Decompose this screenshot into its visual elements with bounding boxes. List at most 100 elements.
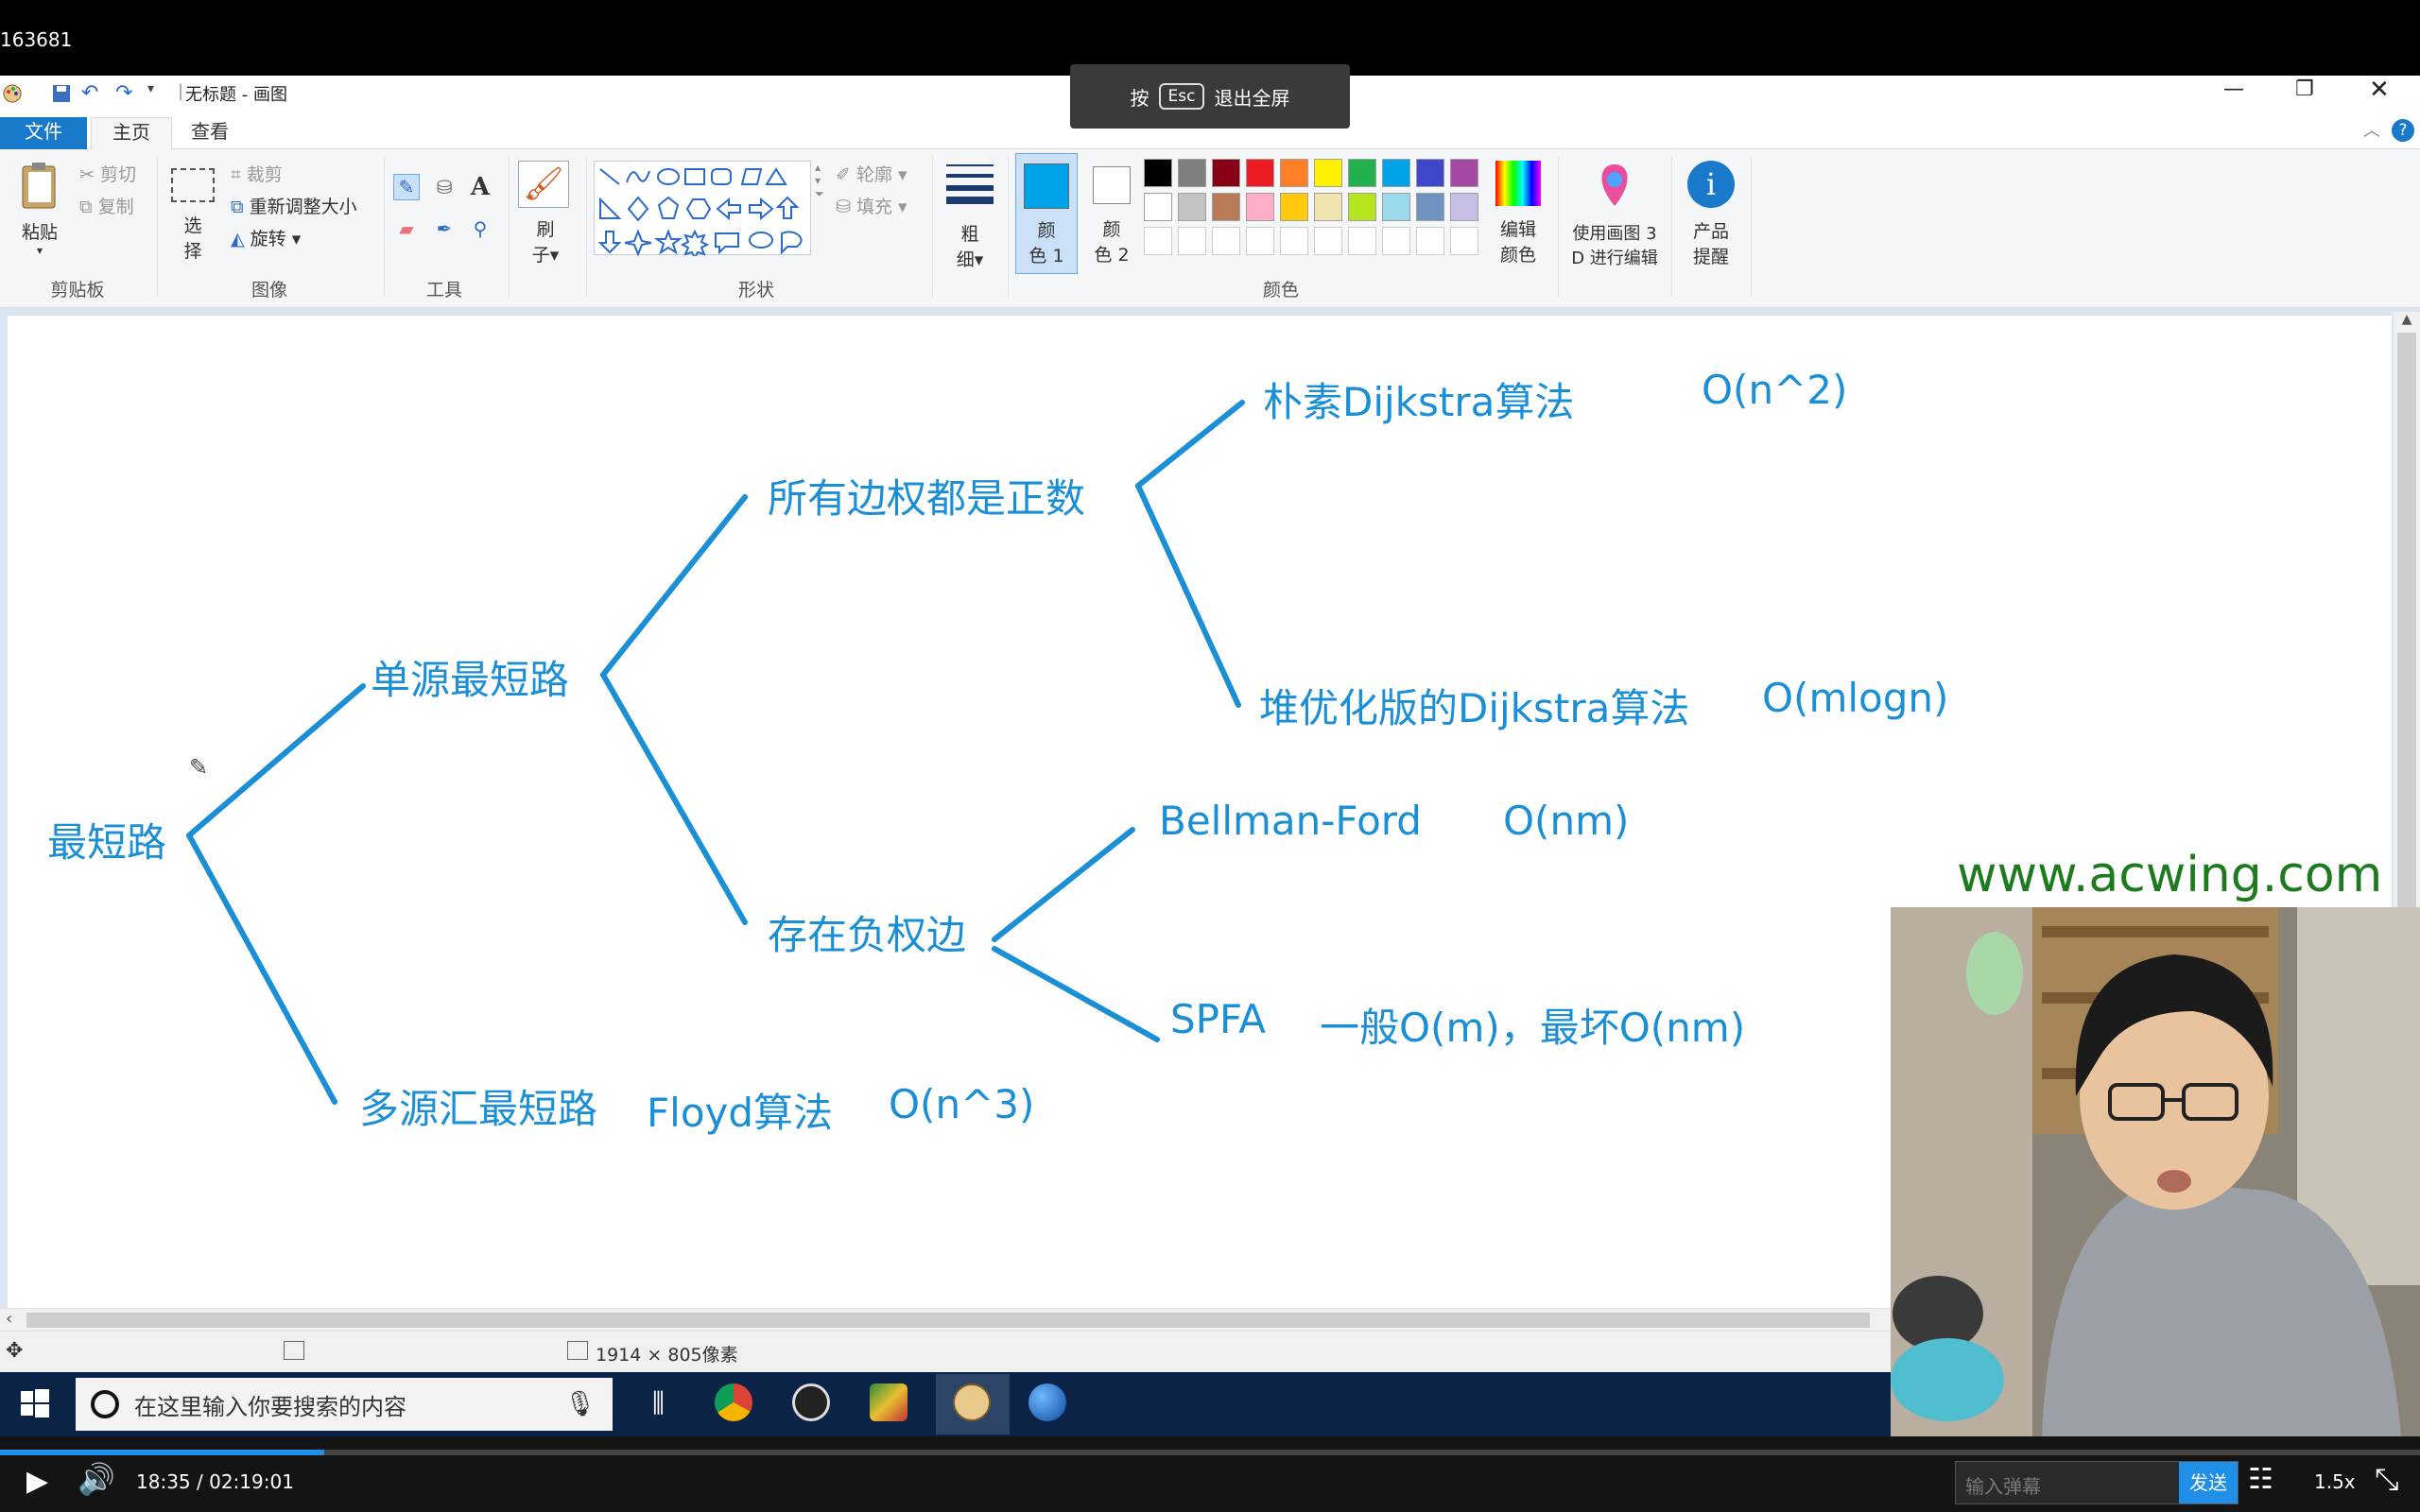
alert-label-2: 提醒	[1692, 247, 1729, 267]
select-button[interactable]: 选 择	[170, 168, 216, 282]
palette-custom-swatch[interactable]	[1382, 227, 1410, 255]
selection-size-icon	[284, 1341, 304, 1360]
tab-home[interactable]: 主页	[91, 117, 172, 149]
palette-custom-swatch[interactable]	[1450, 227, 1478, 255]
scroll-up-icon[interactable]: ▲	[2394, 312, 2420, 327]
eraser-tool[interactable]: ▰	[393, 215, 420, 242]
palette-custom-swatch[interactable]	[1178, 227, 1206, 255]
palette-swatch[interactable]	[1314, 159, 1342, 187]
palette-swatch[interactable]	[1178, 193, 1206, 221]
tab-view[interactable]: 查看	[170, 117, 250, 149]
paste-button[interactable]: 粘贴 ▾	[13, 159, 66, 272]
chrome-icon[interactable]	[715, 1383, 752, 1421]
color2-button[interactable]: 颜 色 2	[1081, 153, 1142, 274]
obs-icon[interactable]	[792, 1383, 830, 1421]
save-icon[interactable]	[51, 83, 72, 109]
palette-custom-swatch[interactable]	[1212, 227, 1240, 255]
product-alert-button[interactable]: i 产品 提醒	[1683, 161, 1739, 268]
brushes-label-1: 刷	[536, 219, 555, 240]
task-view-icon[interactable]: ⫼	[652, 1387, 665, 1419]
fill-button[interactable]: ⛁ 填充 ▾	[836, 193, 908, 218]
palette-swatch[interactable]	[1212, 159, 1240, 187]
edge-single-positive	[600, 494, 748, 678]
palette-swatch[interactable]	[1382, 193, 1410, 221]
color1-button[interactable]: 颜 色 1	[1015, 153, 1078, 274]
help-icon[interactable]: ?	[2392, 119, 2414, 142]
restore-button[interactable]: ❐	[2295, 77, 2314, 101]
progress-track[interactable]	[0, 1450, 2420, 1455]
palette-swatch[interactable]	[1450, 193, 1478, 221]
horizontal-scrollbar[interactable]: ‹	[0, 1308, 1891, 1331]
magnifier-tool[interactable]: ⚲	[467, 215, 493, 242]
color-picker-tool[interactable]: ✒	[431, 215, 458, 242]
app-icon[interactable]	[870, 1383, 908, 1421]
palette-swatch[interactable]	[1382, 159, 1410, 187]
palette-swatch[interactable]	[1246, 193, 1274, 221]
palette-custom-swatch[interactable]	[1144, 227, 1172, 255]
palette-custom-swatch[interactable]	[1246, 227, 1274, 255]
palette-swatch[interactable]	[1450, 159, 1478, 187]
windows-start-icon[interactable]	[21, 1389, 49, 1421]
palette-swatch[interactable]	[1178, 159, 1206, 187]
taskbar-search-box[interactable]: 在这里输入你要搜索的内容 🎙	[76, 1378, 613, 1431]
palette-swatch[interactable]	[1212, 193, 1240, 221]
pencil-icon: ✎	[398, 176, 415, 198]
resize-icon: ⧉	[231, 197, 244, 217]
horizontal-scroll-thumb[interactable]	[26, 1313, 1870, 1328]
close-button[interactable]: ✕	[2369, 76, 2390, 104]
paint-taskbar-icon[interactable]	[953, 1383, 991, 1421]
tab-file[interactable]: 文件	[0, 117, 87, 149]
palette-swatch[interactable]	[1314, 193, 1342, 221]
undo-icon[interactable]: ↶	[81, 81, 98, 105]
paint-app-icon[interactable]	[2, 83, 23, 104]
palette-custom-swatch[interactable]	[1416, 227, 1444, 255]
send-danmaku-button[interactable]: 发送	[2179, 1462, 2238, 1503]
cut-button[interactable]: ✂ 剪切	[79, 161, 136, 186]
palette-swatch[interactable]	[1416, 193, 1444, 221]
palette-swatch[interactable]	[1144, 193, 1172, 221]
copy-button[interactable]: ⧉ 复制	[79, 193, 134, 218]
palette-swatch[interactable]	[1416, 159, 1444, 187]
danmaku-settings-icon[interactable]: ☷	[2248, 1463, 2273, 1496]
palette-swatch[interactable]	[1144, 159, 1172, 187]
palette-swatch[interactable]	[1280, 159, 1308, 187]
fill-tool[interactable]: ⛁	[431, 174, 458, 200]
edit-colors-button[interactable]: 编辑 颜色	[1494, 161, 1543, 266]
globe-icon[interactable]	[1028, 1383, 1066, 1421]
brushes-button[interactable]: 🖌 刷 子▾	[518, 161, 573, 266]
palette-custom-swatch[interactable]	[1314, 227, 1342, 255]
rotate-button[interactable]: ◭ 旋转 ▾	[231, 225, 301, 250]
palette-swatch[interactable]	[1246, 159, 1274, 187]
quick-access-dropdown-icon[interactable]: ▾	[147, 81, 154, 96]
palette-custom-swatch[interactable]	[1280, 227, 1308, 255]
redo-icon[interactable]: ↷	[115, 81, 132, 105]
minimize-button[interactable]: —	[2223, 77, 2244, 101]
node-single-source: 单源最短路	[371, 657, 570, 703]
crop-button[interactable]: ⌗ 裁剪	[231, 161, 283, 186]
brushes-label-2: 子	[531, 245, 550, 266]
edit-colors-label-1: 编辑	[1499, 219, 1536, 240]
scroll-left-icon[interactable]: ‹	[6, 1309, 12, 1329]
select-label-1: 选	[183, 215, 202, 236]
shapes-gallery[interactable]	[594, 161, 811, 261]
danmaku-input[interactable]: 输入弹幕 发送	[1955, 1461, 2238, 1504]
pencil-tool[interactable]: ✎	[393, 174, 420, 200]
volume-icon[interactable]: 🔊	[78, 1461, 115, 1497]
paint3d-button[interactable]: 使用画图 3 D 进行编辑	[1565, 161, 1664, 269]
exit-fullscreen-icon[interactable]: ⤡	[2375, 1461, 2399, 1498]
outline-button[interactable]: ✐ 轮廓 ▾	[836, 161, 908, 186]
playback-speed[interactable]: 1.5x	[2314, 1470, 2356, 1493]
line-size-icon	[946, 164, 994, 204]
text-tool[interactable]: A	[467, 173, 493, 201]
resize-button[interactable]: ⧉ 重新调整大小	[231, 193, 357, 218]
microphone-icon[interactable]: 🎙	[564, 1390, 596, 1418]
collapse-ribbon-icon[interactable]: ︿	[2363, 117, 2380, 142]
palette-custom-swatch[interactable]	[1348, 227, 1376, 255]
move-cursor-icon: ✥	[6, 1339, 24, 1363]
palette-swatch[interactable]	[1348, 193, 1376, 221]
play-icon[interactable]: ▶	[26, 1465, 48, 1498]
size-button[interactable]: 粗 细▾	[942, 161, 998, 271]
shapes-scroll-icons[interactable]: ▴ ▾ ⏷	[815, 161, 824, 201]
palette-swatch[interactable]	[1348, 159, 1376, 187]
palette-swatch[interactable]	[1280, 193, 1308, 221]
